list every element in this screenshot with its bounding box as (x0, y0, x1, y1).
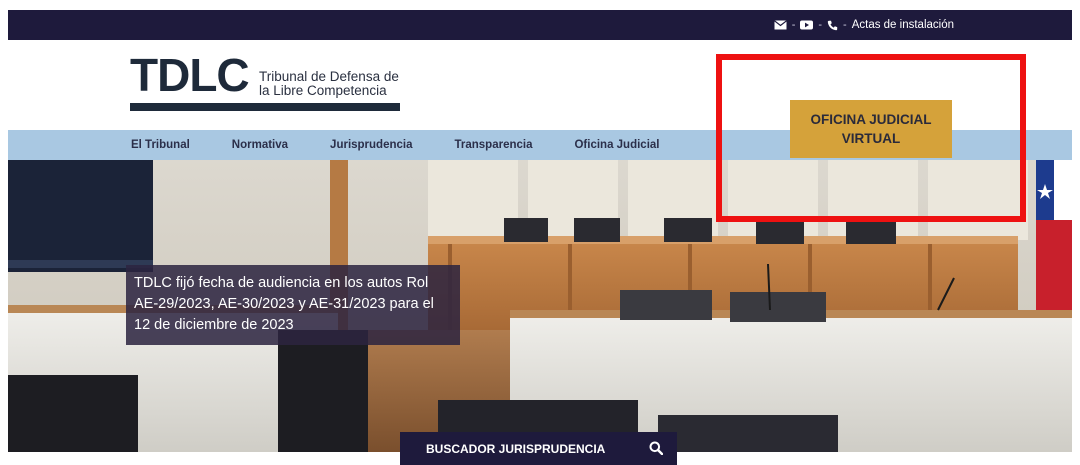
nav-item-normativa[interactable]: Normativa (232, 139, 288, 151)
logo-mark: TDLC (130, 49, 250, 101)
nav-item-jurisprudencia[interactable]: Jurisprudencia (330, 139, 412, 151)
top-bar: - - - Actas de instalación (8, 10, 1072, 40)
logo-subtitle-line2: la Libre Competencia (259, 83, 387, 98)
search-label: BUSCADOR JURISPRUDENCIA (426, 441, 606, 456)
search-icon[interactable] (649, 441, 664, 458)
logo-underline (130, 103, 400, 111)
nav-item-oficina-judicial[interactable]: Oficina Judicial (574, 139, 659, 151)
separator: - (843, 19, 847, 31)
page: - - - Actas de instalación TDLC Tribunal… (0, 0, 1080, 465)
youtube-icon[interactable] (800, 20, 814, 30)
separator: - (818, 19, 823, 31)
mail-icon[interactable] (773, 20, 787, 30)
logo-subtitle-line1: Tribunal de Defensa de (259, 69, 399, 84)
buscador-jurisprudencia-button[interactable]: BUSCADOR JURISPRUDENCIA (400, 432, 677, 465)
hero-caption[interactable]: TDLC fijó fecha de audiencia en los auto… (126, 265, 460, 345)
separator: - (791, 19, 796, 31)
tdlc-logo[interactable]: TDLC Tribunal de Defensa de la Libre Com… (130, 52, 410, 114)
phone-icon[interactable] (827, 20, 838, 31)
nav-item-transparencia[interactable]: Transparencia (455, 139, 533, 151)
nav-item-el-tribunal[interactable]: El Tribunal (131, 139, 190, 151)
top-bar-links: - - - Actas de instalación (773, 10, 954, 40)
actas-link[interactable]: Actas de instalación (852, 19, 954, 31)
highlight-box (716, 54, 1026, 222)
